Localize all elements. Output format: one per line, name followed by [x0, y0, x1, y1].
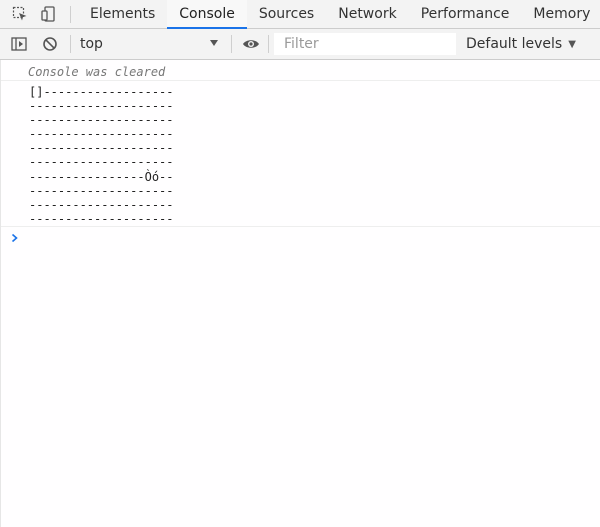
console-toolbar: top Default levels ▼: [0, 29, 600, 60]
chevron-down-icon: ▼: [568, 39, 576, 50]
console-output-line: --------------------: [29, 141, 174, 156]
console-prompt-icon[interactable]: [10, 230, 20, 244]
log-levels-dropdown[interactable]: Default levels ▼: [466, 29, 576, 59]
console-output-line: --------------------: [29, 155, 174, 170]
context-dropdown-icon[interactable]: [210, 40, 218, 46]
message-divider: [1, 80, 600, 81]
message-divider: [1, 226, 600, 227]
context-selector[interactable]: top: [80, 29, 103, 59]
inspect-element-icon[interactable]: [12, 6, 28, 22]
show-sidebar-icon[interactable]: [11, 36, 27, 52]
filter-input[interactable]: [274, 33, 456, 55]
tab-elements[interactable]: Elements: [78, 0, 167, 29]
console-output-line: --------------------: [29, 183, 174, 198]
tab-console[interactable]: Console: [167, 0, 247, 29]
console-log-output: []------------------ --------------------…: [29, 85, 174, 226]
device-toolbar-icon[interactable]: [41, 6, 57, 22]
console-output-line: []------------------: [29, 85, 174, 99]
toolbar-separator: [70, 35, 71, 53]
tab-sources[interactable]: Sources: [247, 0, 326, 29]
console-output-line: --------------------: [29, 127, 174, 142]
toolbar-separator: [231, 35, 232, 53]
tab-performance[interactable]: Performance: [409, 0, 522, 29]
console-output-line: ----------------Òó--: [29, 169, 174, 184]
devtools-tabbar: Elements Console Sources Network Performance…: [0, 0, 600, 29]
panel-tabs: Elements Console Sources Network Performance…: [78, 0, 600, 29]
clear-console-icon[interactable]: [42, 36, 58, 52]
console-output-line: --------------------: [29, 99, 174, 114]
tab-network[interactable]: Network: [326, 0, 408, 29]
console-output-line: --------------------: [29, 197, 174, 212]
console-output-line: --------------------: [29, 211, 174, 226]
log-levels-label: Default levels: [466, 36, 563, 52]
console-output-line: --------------------: [29, 113, 174, 128]
toolbar-separator: [268, 35, 269, 53]
tabbar-separator: [70, 6, 71, 23]
console-cleared-message: Console was cleared: [28, 65, 166, 79]
tab-memory[interactable]: Memory: [521, 0, 600, 29]
live-expression-eye-icon[interactable]: [242, 36, 259, 52]
console-messages[interactable]: Console was cleared []------------------…: [0, 60, 600, 527]
